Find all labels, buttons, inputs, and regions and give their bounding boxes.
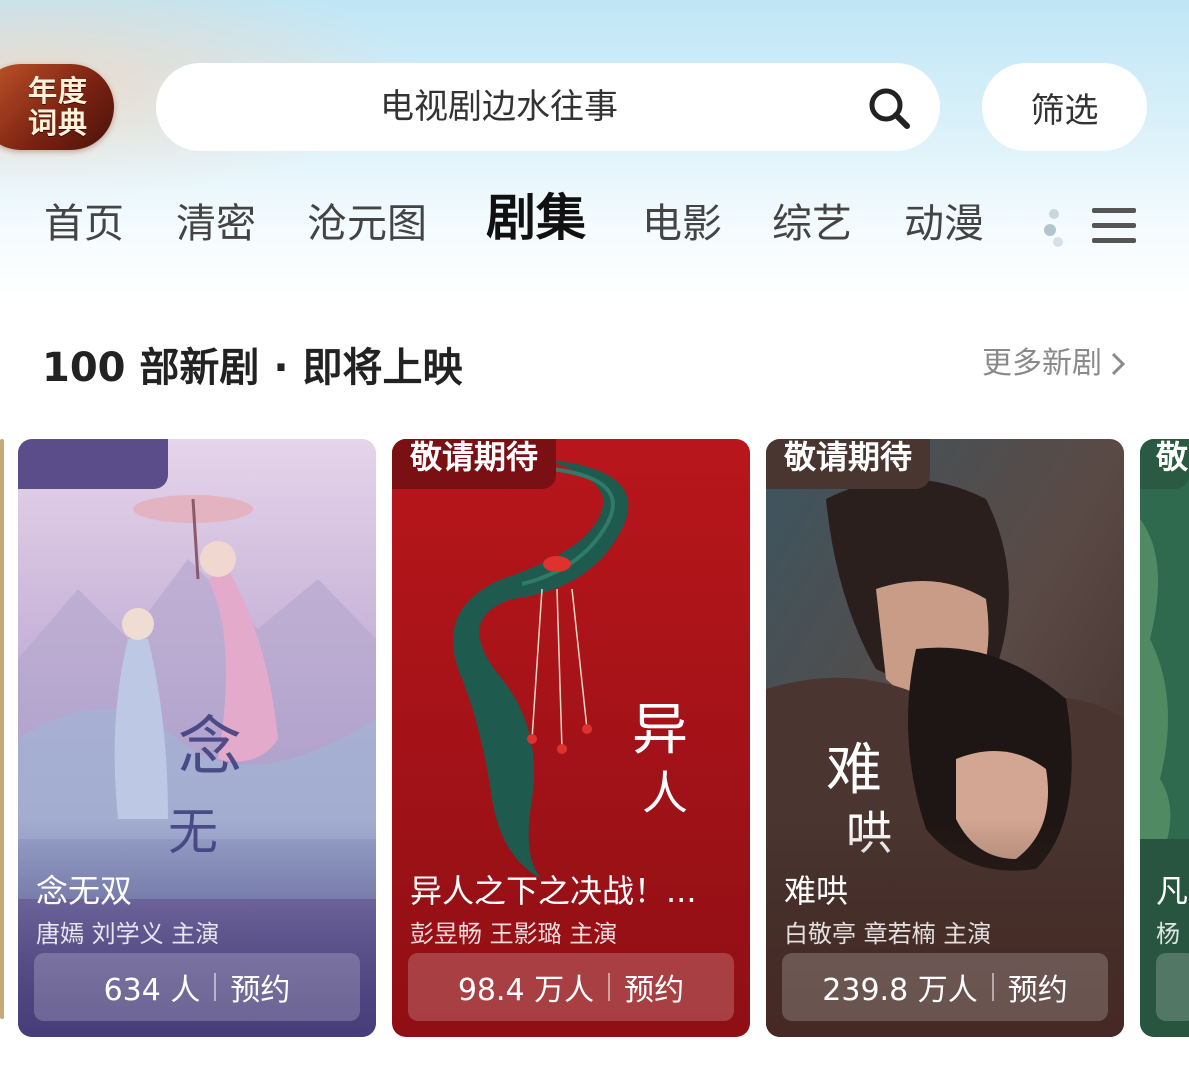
reserve-button[interactable]: 634 人 预约 xyxy=(34,953,360,1021)
search-icon[interactable] xyxy=(866,85,912,131)
series-title: 念无双 xyxy=(36,872,133,910)
chevron-right-icon xyxy=(1111,352,1126,376)
tab-series[interactable]: 剧集 xyxy=(486,192,586,244)
reserve-label: 预约 xyxy=(1007,973,1068,1008)
poster-title-art: 念 xyxy=(178,711,242,785)
tab-variety[interactable]: 综艺 xyxy=(772,198,852,250)
tab-home[interactable]: 首页 xyxy=(44,198,124,250)
more-link-label: 更多新剧 xyxy=(982,346,1102,381)
more-new-series-link[interactable]: 更多新剧 xyxy=(982,342,1126,386)
series-cast: 彭昱畅 王影璐 主演 xyxy=(410,920,618,948)
poster-title-art-2: 人 xyxy=(642,766,688,820)
reserve-button[interactable]: 98.4 万人 预约 xyxy=(408,953,734,1021)
series-title: 异人之下之决战！... xyxy=(410,872,697,910)
tab-movies[interactable]: 电影 xyxy=(642,198,722,250)
poster-title-art: 难 xyxy=(826,738,882,803)
filter-button[interactable]: 筛选 xyxy=(982,63,1147,151)
previous-card-edge xyxy=(0,439,4,1019)
tab-cangyuantu[interactable]: 沧元图 xyxy=(307,198,427,250)
series-card[interactable]: 念 无 念无双 唐嫣 刘学义 主演 634 人 预约 xyxy=(18,439,376,1037)
series-cast: 白敬亭 章若楠 主演 xyxy=(784,920,992,948)
series-card[interactable]: 敬 凡 杨 xyxy=(1140,439,1189,1037)
series-title: 凡 xyxy=(1156,872,1189,910)
series-cast: 唐嫣 刘学义 主演 xyxy=(36,920,220,948)
menu-icon[interactable] xyxy=(1040,200,1140,250)
series-card[interactable]: 异 人 敬请期待 异人之下之决战！... 彭昱畅 王影璐 主演 98.4 万人 … xyxy=(392,439,750,1037)
status-tag: 敬 xyxy=(1140,439,1189,489)
reserve-label: 预约 xyxy=(230,973,291,1008)
divider xyxy=(214,973,217,1001)
reserve-label: 预约 xyxy=(624,973,685,1008)
status-tag xyxy=(18,439,168,489)
search-input[interactable]: 电视剧边水往事 xyxy=(380,85,618,129)
divider xyxy=(991,973,994,1001)
upcoming-series-carousel[interactable]: 念 无 念无双 唐嫣 刘学义 主演 634 人 预约 xyxy=(0,425,1189,1040)
badge-line1: 年度 xyxy=(27,74,88,108)
status-tag: 敬请期待 xyxy=(766,439,931,489)
poster-title-art: 异 xyxy=(632,698,688,763)
badge-line2: 词典 xyxy=(27,106,88,140)
divider xyxy=(608,973,611,1001)
reserve-count: 98.4 万人 xyxy=(457,973,595,1008)
series-title: 难哄 xyxy=(784,872,849,910)
tab-qingmi[interactable]: 清密 xyxy=(176,198,256,250)
status-tag: 敬请期待 xyxy=(392,439,557,489)
tab-anime[interactable]: 动漫 xyxy=(904,198,984,250)
search-bar[interactable]: 电视剧边水往事 xyxy=(156,63,940,151)
reserve-button[interactable] xyxy=(1156,953,1189,1021)
series-card[interactable]: 难 哄 敬请期待 难哄 白敬亭 章若楠 主演 239.8 万人 预约 xyxy=(766,439,1124,1037)
reserve-count: 239.8 万人 xyxy=(822,973,978,1008)
reserve-count: 634 人 xyxy=(103,973,201,1008)
section-title: 100 部新剧 · 即将上映 xyxy=(42,345,463,391)
category-nav: 首页 清密 沧元图 剧集 电影 综艺 动漫 xyxy=(0,190,1189,260)
annual-dictionary-badge[interactable]: 年度 词典 xyxy=(0,64,114,150)
series-cast: 杨 xyxy=(1156,920,1180,948)
reserve-button[interactable]: 239.8 万人 预约 xyxy=(782,953,1108,1021)
